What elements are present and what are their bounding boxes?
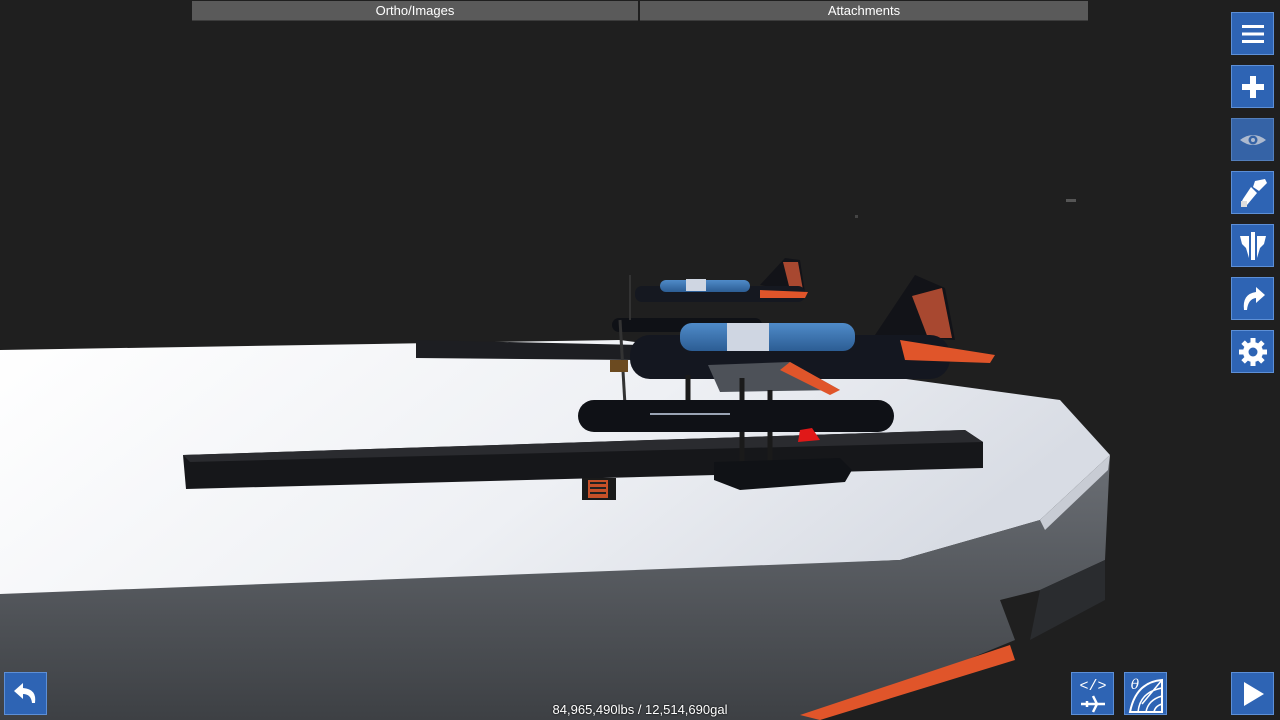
xml-edit-button[interactable]: </> (1071, 672, 1114, 715)
paint-brush-icon (1240, 178, 1267, 207)
redo-icon (1243, 286, 1265, 310)
symmetry-button[interactable] (1231, 224, 1274, 267)
mount-block (582, 478, 616, 500)
settings-button[interactable] (1231, 330, 1274, 373)
svg-text:</>: </> (1079, 678, 1106, 695)
paint-button[interactable] (1231, 171, 1274, 214)
settings-gear-icon (1238, 337, 1267, 366)
ship-hull (0, 340, 1110, 720)
menu-icon (1241, 24, 1264, 43)
theta-radar-icon: θ (1128, 677, 1163, 713)
play-icon (1243, 681, 1264, 706)
undo-icon (13, 682, 35, 703)
xml-aircraft-icon: </> (1079, 678, 1106, 713)
redo-button[interactable] (1231, 277, 1274, 320)
tab-attachments[interactable]: Attachments (640, 1, 1088, 21)
view-eye-icon (1239, 134, 1266, 145)
mass-fuel-readout: 84,965,490lbs / 12,514,690gal (552, 702, 728, 717)
view-button[interactable] (1231, 118, 1274, 161)
launch-button[interactable] (1231, 672, 1274, 715)
add-part-icon (1241, 75, 1264, 98)
distant-parts (855, 199, 1076, 218)
tab-ortho-images[interactable]: Ortho/Images (192, 1, 638, 21)
build-viewport[interactable] (0, 0, 1280, 720)
undo-button[interactable] (4, 672, 47, 715)
menu-button[interactable] (1231, 12, 1274, 55)
symmetry-icon (1239, 231, 1266, 260)
rear-floatplane (612, 258, 808, 332)
center-of-mass-button[interactable]: θ (1124, 672, 1167, 715)
add-part-button[interactable] (1231, 65, 1274, 108)
